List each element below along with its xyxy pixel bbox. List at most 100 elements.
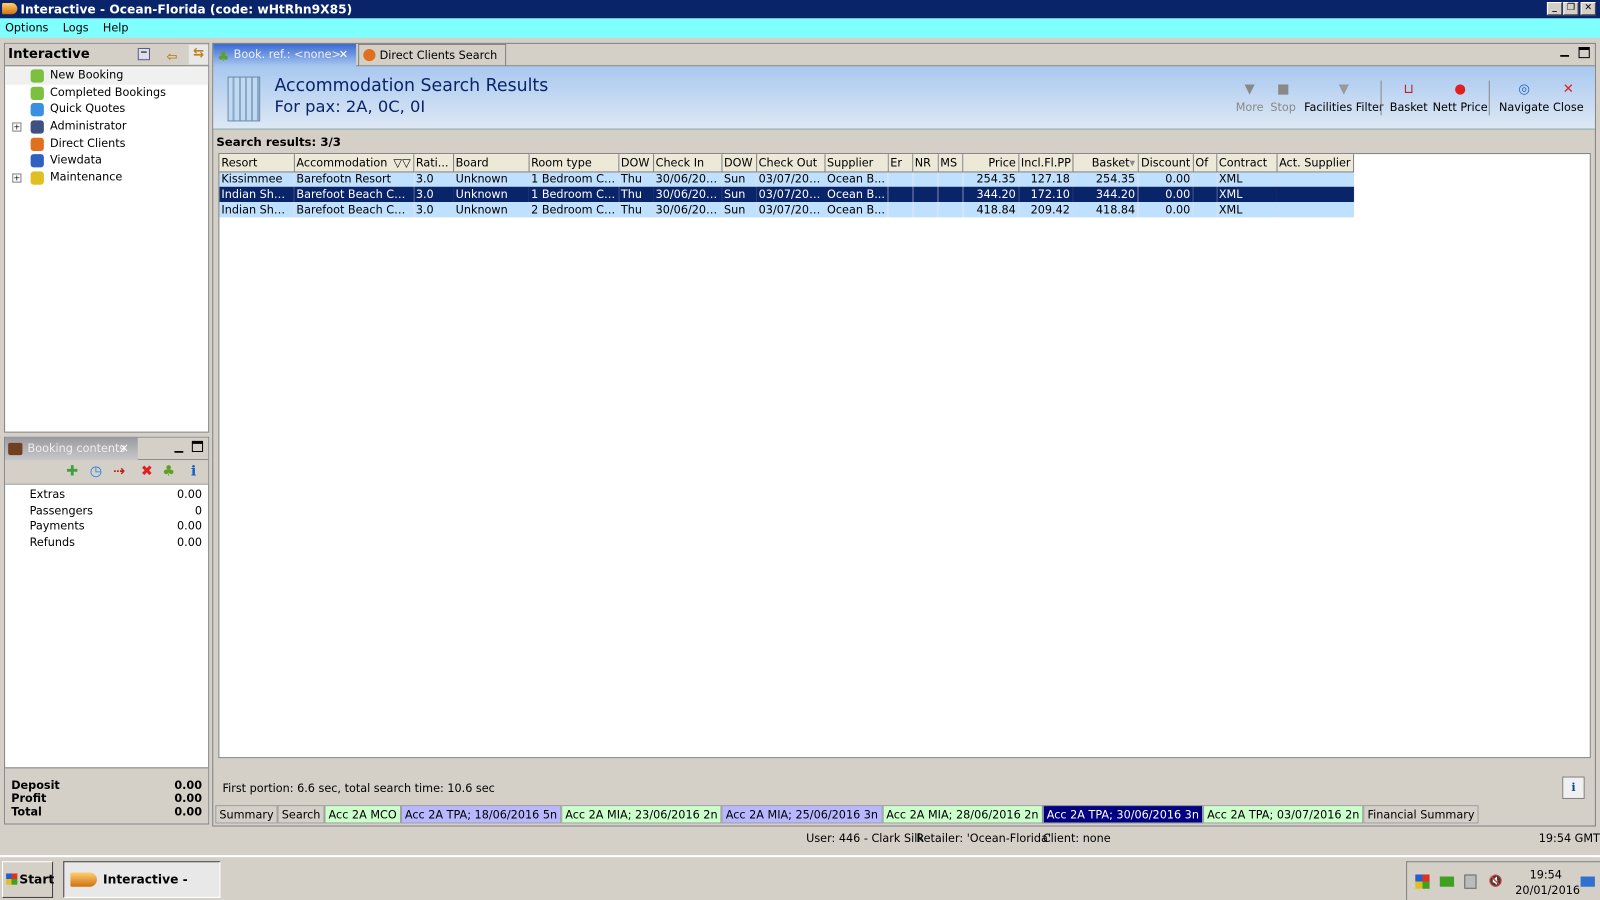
column-header[interactable]: Price	[962, 154, 1019, 172]
expand-icon[interactable]: +	[12, 173, 22, 183]
column-header[interactable]: DOW	[721, 154, 757, 172]
column-header[interactable]: Board	[453, 154, 530, 172]
network-icon[interactable]	[1439, 876, 1455, 887]
bottom-tab[interactable]: Acc 2A TPA; 30/06/2016 3n	[1042, 805, 1204, 824]
column-header[interactable]: Check In	[653, 154, 722, 172]
tree-item[interactable]: Quick Quotes	[5, 101, 208, 118]
results-grid[interactable]: Resort ▽ ▽ Accommodation Rati... Board Room ty…	[218, 153, 1591, 759]
minimize-panel-icon[interactable]: ▁	[174, 440, 183, 453]
results-header: Accommodation Search Results For pax: 2A…	[213, 66, 1595, 130]
tab-direct-clients-search[interactable]: Direct Clients Search	[358, 43, 507, 67]
tree-item[interactable]: Direct Clients	[5, 135, 208, 152]
table-row[interactable]: Indian Shor... Barefoot Beach Cond... 3.0 U…	[219, 186, 1354, 203]
close-tab-icon[interactable]: ✕	[119, 438, 128, 460]
basket-button[interactable]: ⊔ Basket	[1390, 82, 1428, 114]
menu-logs[interactable]: Logs	[63, 21, 89, 34]
column-header[interactable]: NR	[912, 154, 939, 172]
column-header[interactable]: Resort	[219, 154, 295, 172]
start-button[interactable]: Start	[2, 861, 54, 898]
page-title: Accommodation Search Results	[274, 75, 549, 96]
tree-item[interactable]: + Administrator	[5, 118, 208, 135]
booking-row: Profit 0.00	[5, 792, 208, 805]
bottom-tab[interactable]: Search	[277, 805, 325, 824]
bottom-tab[interactable]: Acc 2A TPA; 03/07/2016 2n	[1203, 805, 1364, 824]
taskbar-app-button[interactable]: Interactive - Ocea...	[63, 861, 221, 898]
window-close-button[interactable]: ✕	[1580, 2, 1596, 16]
nett-price-button[interactable]: ● Nett Price	[1433, 82, 1488, 114]
info-icon[interactable]: i	[191, 464, 196, 478]
more-button[interactable]: ▼ More	[1236, 82, 1264, 114]
collapse-all-icon[interactable]: −	[137, 47, 150, 61]
bottom-tab[interactable]: Acc 2A MIA; 23/06/2016 2n	[561, 805, 722, 824]
bottom-tab[interactable]: Acc 2A TPA; 18/06/2016 5n	[400, 805, 562, 824]
info-button[interactable]: i	[1562, 776, 1585, 799]
column-header[interactable]: Discount	[1137, 154, 1194, 172]
status-user: User: 446 - Clark Silk	[806, 831, 924, 845]
maximize-view-icon[interactable]	[1578, 46, 1590, 59]
windows-logo-icon	[6, 873, 18, 885]
bottom-tab[interactable]: Acc 2A MIA; 25/06/2016 3n	[721, 805, 883, 824]
minimize-button[interactable]: _	[1546, 2, 1563, 16]
column-header[interactable]: Act. Supplier	[1276, 154, 1354, 172]
column-header[interactable]: Of	[1192, 154, 1217, 172]
palm-tree-icon[interactable]: ♣	[162, 464, 175, 478]
tab-booking[interactable]: ♣ Book. ref.: <none> ✕	[213, 43, 357, 67]
show-desktop-icon[interactable]	[1580, 876, 1595, 887]
bottom-tab[interactable]: Financial Summary	[1363, 805, 1479, 824]
filter-icon[interactable]: ▽	[402, 156, 411, 169]
column-header[interactable]: Supplier	[824, 154, 889, 172]
basket-transfer-icon[interactable]: ⇢	[113, 464, 125, 478]
restore-button[interactable]: ❐	[1563, 2, 1579, 16]
column-header[interactable]: Basket▾	[1072, 154, 1139, 172]
table-cell: Thu	[618, 202, 654, 218]
facilities-filter-button[interactable]: ▼ Facilities Filter	[1304, 82, 1383, 114]
menu-help[interactable]: Help	[103, 21, 129, 34]
tree-item-icon	[30, 120, 44, 134]
volume-muted-icon[interactable]: 🔇	[1489, 874, 1503, 887]
tree-item[interactable]: + Maintenance	[5, 170, 208, 187]
swap-arrows-icon[interactable]: ⇆	[188, 44, 209, 65]
row-value: 0.00	[174, 805, 203, 819]
back-arrow-icon[interactable]: ⇦	[166, 47, 177, 69]
flag-icon[interactable]	[1415, 874, 1430, 889]
maximize-panel-icon[interactable]	[191, 440, 204, 453]
column-header[interactable]: Check Out	[756, 154, 825, 172]
clock-icon[interactable]: ◷	[90, 464, 102, 478]
table-cell: Sun	[721, 202, 757, 218]
column-header[interactable]: DOW	[618, 154, 654, 172]
table-cell: Ocean B...	[824, 171, 889, 187]
delete-icon[interactable]: ✖	[141, 464, 153, 478]
close-button[interactable]: ✕ Close	[1553, 82, 1584, 114]
bottom-tab[interactable]: Summary	[215, 805, 278, 824]
add-icon[interactable]: ✚	[66, 464, 78, 478]
tree-item-icon	[30, 137, 44, 151]
navigate-button[interactable]: ◎ Navigate	[1499, 82, 1549, 114]
device-icon[interactable]	[1464, 874, 1477, 889]
table-cell: 03/07/2016	[756, 202, 825, 218]
booking-contents-tab[interactable]: Booking contents ✕	[5, 437, 138, 461]
table-row[interactable]: Indian Shor... Barefoot Beach Cond... 3.0 U…	[219, 202, 1354, 218]
table-cell: 2 Bedroom Co...	[528, 202, 619, 218]
tree-item[interactable]: New Booking	[5, 67, 209, 85]
window-title: Interactive - Ocean-Florida (code: wHtRh…	[20, 2, 353, 17]
close-tab-icon[interactable]: ✕	[339, 44, 348, 66]
menu-options[interactable]: Options	[5, 21, 48, 34]
expand-icon[interactable]: +	[12, 122, 22, 132]
column-header[interactable]: Room type	[528, 154, 619, 172]
tree-item-icon	[30, 86, 44, 100]
column-header[interactable]: MS	[937, 154, 963, 172]
bottom-tab[interactable]: Acc 2A MIA; 28/06/2016 2n	[882, 805, 1043, 824]
tree-item[interactable]: Completed Bookings	[5, 84, 208, 101]
tree-item[interactable]: Viewdata	[5, 152, 208, 169]
bottom-tab[interactable]: Acc 2A MCO	[324, 805, 401, 824]
column-header[interactable]: Er	[887, 154, 913, 172]
table-cell: 0.00	[1137, 186, 1194, 203]
column-header[interactable]: Contract	[1216, 154, 1278, 172]
column-header[interactable]: ▽ ▽ Accommodation	[293, 154, 414, 172]
column-header[interactable]: Incl.Fl.PP	[1018, 154, 1073, 172]
minimize-view-icon[interactable]: ▁	[1560, 44, 1569, 57]
column-header[interactable]: Rati...	[413, 154, 454, 172]
table-row[interactable]: Kissimmee Barefootn Resort 3.0 Unknown 1 Bed…	[219, 171, 1354, 187]
filter-icon[interactable]: ▽	[393, 156, 402, 169]
stop-button[interactable]: ■ Stop	[1270, 82, 1296, 114]
